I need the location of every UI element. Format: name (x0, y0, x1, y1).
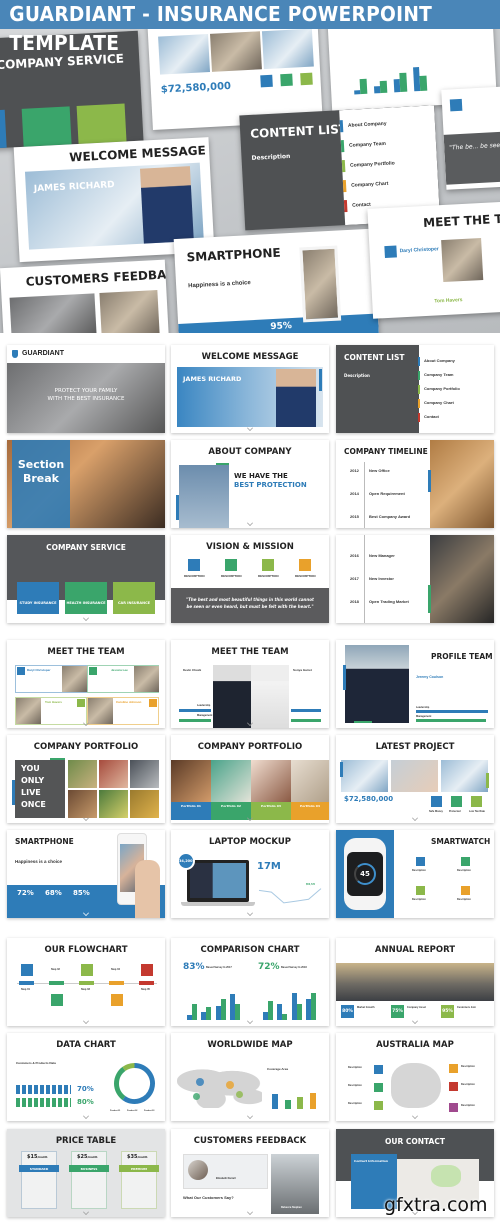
line-chart (258, 888, 322, 904)
city-photo (336, 963, 494, 1001)
slide-vision-mission[interactable]: VISION & MISSION DESCRIPTION DESCRIPTION… (171, 535, 329, 623)
slide-comparison-chart[interactable]: COMPARISON CHART 83% Based Survey In 201… (171, 938, 329, 1026)
slide-row-3: COMPANY SERVICE STUDY INSURANCE HEALTH I… (0, 535, 500, 625)
bar-category-1 (272, 1093, 278, 1109)
slide-row-8: DATA CHART Customers & Products Data 70%… (0, 1033, 500, 1123)
donut-chart (114, 1063, 155, 1104)
bar-chart-2017 (185, 988, 243, 1020)
diamond-icon (299, 559, 311, 571)
slide-annual-report[interactable]: ANNUAL REPORT 80% 75% 95% Market Growth … (336, 938, 494, 1026)
no-tax-icon (471, 796, 482, 807)
slide-smartphone[interactable]: SMARTPHONE Happiness is a choice 72% 68%… (7, 830, 165, 918)
shield-icon (12, 350, 18, 358)
slide-portfolio-2[interactable]: COMPANY PORTFOLIO Portfolio 01 Portfolio… (171, 735, 329, 823)
chain-icon (141, 964, 153, 976)
watermark: gfxtra.com (384, 1194, 488, 1216)
person-icon (21, 964, 33, 976)
bar-2015-2 (380, 80, 388, 94)
bar-category-4 (309, 1093, 316, 1109)
bar-2014-2 (191, 1004, 197, 1020)
bar-2017-2 (419, 75, 428, 91)
donut-slice-1 (122, 1063, 155, 1104)
slide-price-table[interactable]: PRICE TABLE $15/month $25/month $35/mont… (7, 1129, 165, 1217)
people-icons-70 (16, 1085, 71, 1094)
slide-customers-feedback[interactable]: CUSTOMERS FEEDBACK Elizabeth Darrell Reb… (171, 1129, 329, 1217)
hero-slide-description: "The be... be see... (441, 86, 500, 190)
clock-icon (262, 559, 274, 571)
slide-row-6: SMARTPHONE Happiness is a choice 72% 68%… (0, 830, 500, 920)
bar-2016-2 (399, 72, 408, 93)
slide-row-7: OUR FLOWCHART Step 01 Step 02 Step 03 St… (0, 938, 500, 1028)
slide-company-service[interactable]: COMPANY SERVICE STUDY INSURANCE HEALTH I… (7, 535, 165, 623)
slide-australia-map[interactable]: AUSTRALIA MAP Description Description De… (336, 1033, 494, 1121)
bar-category-2 (284, 1100, 291, 1109)
bar-2015-2 (282, 1013, 288, 1020)
person-photo (276, 369, 316, 427)
search-icon (51, 994, 63, 1006)
line-series (258, 888, 322, 904)
donut-slice-2 (114, 1066, 126, 1101)
slide-row-5: COMPANY PORTFOLIO YOU ONLY LIVE ONCE COM… (0, 735, 500, 825)
bar-2014-2 (267, 1000, 273, 1020)
bar-2017-2 (311, 992, 317, 1020)
wallet-icon (431, 796, 442, 807)
hero-collage: COMPANY SERVICE LATEST PROJECT $72,580,0… (0, 0, 500, 333)
slide-content-list[interactable]: CONTENT LIST Description About Company C… (336, 345, 494, 433)
bar-2014-2 (359, 78, 368, 95)
slide-latest-project[interactable]: LATEST PROJECT $72,580,000 Safe Money Pr… (336, 735, 494, 823)
slide-cover[interactable]: GUARDIANT PROTECT YOUR FAMILY WITH THE B… (7, 345, 165, 433)
bar-category-3 (297, 1096, 303, 1109)
bar-chart-2018 (261, 988, 319, 1020)
world-map (177, 1063, 262, 1108)
document-icon (81, 964, 93, 976)
slide-company-timeline[interactable]: COMPANY TIMELINE 2012 New Office 2014 Op… (336, 440, 494, 528)
link-icon (111, 994, 123, 1006)
slide-portfolio-1[interactable]: COMPANY PORTFOLIO YOU ONLY LIVE ONCE (7, 735, 165, 823)
send-icon (416, 857, 425, 866)
slide-meet-team-2[interactable]: MEET THE TEAM Kevin Chuck Sonya Garret L… (171, 640, 329, 728)
page-title: GUARDIANT - INSURANCE POWERPOINT TEMPLAT… (9, 2, 433, 55)
gear-icon (416, 886, 425, 895)
shield-icon (451, 796, 462, 807)
bar-2015-2 (206, 1007, 212, 1020)
title-banner: GUARDIANT - INSURANCE POWERPOINT TEMPLAT… (0, 0, 500, 55)
australia-map (391, 1063, 441, 1108)
slide-flowchart[interactable]: OUR FLOWCHART Step 01 Step 02 Step 03 St… (7, 938, 165, 1026)
slide-row-4: MEET THE TEAM Daryl Christoper Jessica L… (0, 640, 500, 730)
slide-about-company[interactable]: ABOUT COMPANY WE HAVE THE BEST PROTECTIO… (171, 440, 329, 528)
location-icon (461, 857, 470, 866)
bar-2017-2 (235, 1004, 241, 1020)
slide-profile-team[interactable]: PROFILE TEAM Jeremy Coulson Leadership M… (336, 640, 494, 728)
slide-meet-team-1[interactable]: MEET THE TEAM Daryl Christoper Jessica L… (7, 640, 165, 728)
slide-section-break[interactable]: Section Break (7, 440, 165, 528)
slide-smartwatch[interactable]: 45 SMARTWATCH Description Description De… (336, 830, 494, 918)
slide-data-chart[interactable]: DATA CHART Customers & Products Data 70%… (7, 1033, 165, 1121)
document-icon (461, 886, 470, 895)
heart-icon (188, 559, 200, 571)
hero-slide-feedback: CUSTOMERS FEEDBACK (0, 259, 170, 333)
slide-timeline-2[interactable]: 2016 New Manager 2017 New Investor 2018 … (336, 535, 494, 623)
slide-welcome[interactable]: WELCOME MESSAGE JAMES RICHARD (171, 345, 329, 433)
coverage-bar-chart (269, 1087, 319, 1109)
people-icons-80 (16, 1098, 71, 1107)
hero-slide-meet-team: MEET THE TEAM Daryl Christoper Tom Haver… (367, 200, 500, 319)
hero-slide-smartphone: SMARTPHONE Happiness is a choice 95% (173, 228, 380, 333)
slide-worldwide-map[interactable]: WORLDWIDE MAP Coverage Area (171, 1033, 329, 1121)
slide-laptop-mockup[interactable]: LAPTOP MOCKUP 34,200 17M $56,720 (171, 830, 329, 918)
donut-slice-3 (122, 1063, 135, 1072)
bar-2016-2 (220, 999, 226, 1020)
slide-row-1: GUARDIANT PROTECT YOUR FAMILY WITH THE B… (0, 345, 500, 435)
umbrella-icon (225, 559, 237, 571)
slide-row-2: Section Break ABOUT COMPANY WE HAVE THE … (0, 440, 500, 530)
bar-2016-2 (296, 1004, 302, 1020)
